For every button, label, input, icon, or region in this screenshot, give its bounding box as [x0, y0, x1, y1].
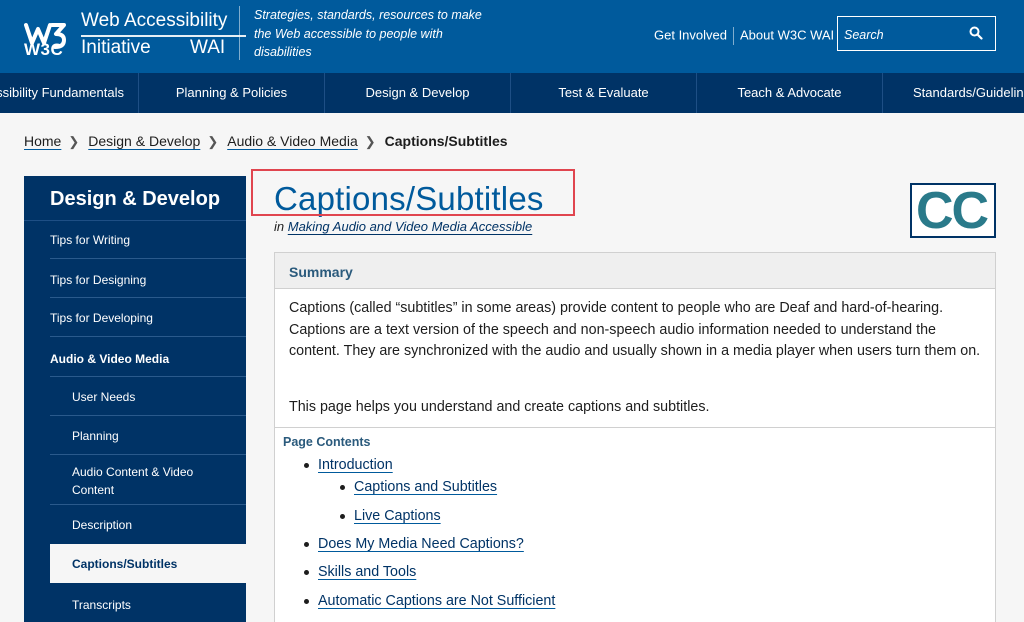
toc-link[interactable]: Captions and Subtitles [354, 479, 497, 495]
page-contents-heading: Page Contents [283, 435, 371, 449]
get-involved-link[interactable]: Get Involved [654, 27, 727, 42]
chevron-right-icon: ❯ [68, 134, 80, 149]
nav-test-evaluate[interactable]: Test & Evaluate [511, 73, 697, 113]
sidebar-item-label: Planning [72, 429, 119, 443]
sidebar-nav: Design & Develop Tips for Writing Tips f… [24, 176, 246, 622]
nav-teach-advocate[interactable]: Teach & Advocate [697, 73, 883, 113]
nav-planning-policies[interactable]: Planning & Policies [139, 73, 325, 113]
sidebar-title[interactable]: Design & Develop [50, 188, 220, 211]
sidebar-subitem-description[interactable]: Description [24, 505, 246, 543]
sidebar-item-label: Tips for Writing [50, 233, 131, 247]
logo-w3c-text: W3C [24, 40, 64, 59]
summary-box: Summary Captions (called “subtitles” in … [274, 252, 996, 428]
site-tagline: Strategies, standards, resources to make… [254, 8, 482, 59]
sidebar-subitem-transcripts[interactable]: Transcripts [24, 584, 246, 622]
sidebar-item-audio-video[interactable]: Audio & Video Media [24, 337, 246, 377]
sidebar-subitem-captions-active[interactable]: Captions/Subtitles [50, 544, 246, 583]
breadcrumb-design-develop[interactable]: Design & Develop [88, 133, 200, 149]
sidebar-subitem-audio-content[interactable]: Audio Content & Video Content [24, 455, 246, 504]
nav-standards-guidelines[interactable]: Standards/Guidelines [883, 73, 1024, 113]
sidebar-item-label: Tips for Developing [50, 311, 153, 325]
sidebar-subitem-user-needs[interactable]: User Needs [24, 377, 246, 415]
toc-item[interactable]: Live Captions [340, 508, 441, 524]
sidebar-item-label: Audio & Video Media [50, 352, 170, 366]
toc-link[interactable]: Automatic Captions are Not Sufficient [318, 593, 555, 609]
logo-title-line2: Initiative [81, 37, 151, 58]
toc-item[interactable]: Automatic Captions are Not Sufficient [304, 593, 555, 609]
sidebar-item-tips-writing[interactable]: Tips for Writing [24, 221, 246, 259]
toc-link[interactable]: Live Captions [354, 508, 441, 524]
sidebar-item-label: Captions/Subtitles [72, 557, 178, 571]
breadcrumb-current: Captions/Subtitles [384, 133, 508, 149]
sidebar-item-label: Transcripts [72, 598, 131, 612]
breadcrumb-home[interactable]: Home [24, 133, 61, 149]
bullet [340, 485, 345, 490]
bullet [304, 570, 309, 575]
bullet [304, 542, 309, 547]
search-placeholder: Search [844, 28, 884, 42]
sidebar-subitem-planning[interactable]: Planning [24, 416, 246, 454]
search-icon[interactable] [969, 26, 983, 40]
search-input[interactable]: Search [837, 16, 996, 51]
parent-resource-link[interactable]: Making Audio and Video Media Accessible [288, 219, 533, 234]
nav-accessibility-fundamentals-label: Accessibility Fundamentals [0, 85, 124, 100]
toc-link[interactable]: Skills and Tools [318, 564, 416, 580]
main-navigation: Accessibility Fundamentals Planning & Po… [0, 73, 1024, 113]
sidebar-item-tips-designing[interactable]: Tips for Designing [24, 259, 246, 298]
top-links-divider [733, 27, 734, 45]
summary-heading: Summary [289, 264, 353, 280]
chevron-right-icon: ❯ [364, 134, 376, 149]
toc-link[interactable]: Introduction [318, 457, 393, 473]
summary-paragraph: Captions (called “subtitles” in some are… [289, 300, 981, 359]
sidebar-item-tips-developing[interactable]: Tips for Developing [24, 298, 246, 337]
toc-item[interactable]: Skills and Tools [304, 564, 416, 580]
sidebar-item-label: Audio Content & Video Content [72, 465, 194, 497]
header-divider [239, 6, 240, 60]
sidebar-item-label: Description [72, 518, 133, 532]
breadcrumb-audio-video[interactable]: Audio & Video Media [227, 133, 358, 149]
wai-logo[interactable]: W3C Web Accessibility Initiative WAI [24, 10, 246, 62]
cc-icon-text: CC [916, 182, 989, 240]
logo-wai-text: WAI [190, 37, 226, 58]
sidebar-item-label: Tips for Designing [50, 273, 147, 287]
nav-design-develop[interactable]: Design & Develop [325, 73, 511, 113]
site-header: W3C Web Accessibility Initiative WAI Str… [0, 0, 1024, 73]
bullet [304, 463, 309, 468]
sidebar-item-label: User Needs [72, 390, 136, 404]
page-contents: Page Contents Introduction Captions and … [274, 428, 996, 622]
breadcrumb: Home ❯ Design & Develop ❯ Audio & Video Medi… [24, 133, 508, 150]
about-wai-link[interactable]: About W3C WAI [740, 27, 834, 42]
toc-item[interactable]: Captions and Subtitles [340, 479, 497, 495]
closed-captions-icon: CC [910, 182, 996, 240]
parent-resource-line: in Making Audio and Video Media Accessib… [274, 219, 532, 234]
top-links: Get Involved About W3C WAI [654, 27, 834, 45]
logo-title-line1: Web Accessibility [81, 10, 228, 31]
toc-link[interactable]: Does My Media Need Captions? [318, 536, 524, 552]
bullet [304, 599, 309, 604]
summary-paragraph-2: This page helps you understand and creat… [289, 399, 710, 415]
in-prefix: in [274, 219, 285, 234]
summary-header: Summary [275, 253, 995, 289]
chevron-right-icon: ❯ [207, 134, 219, 149]
toc-item[interactable]: Introduction [304, 457, 393, 473]
title-highlight-box [251, 169, 575, 216]
bullet [340, 514, 345, 519]
toc-item[interactable]: Does My Media Need Captions? [304, 536, 524, 552]
nav-accessibility-fundamentals[interactable]: Accessibility Fundamentals [0, 73, 139, 113]
